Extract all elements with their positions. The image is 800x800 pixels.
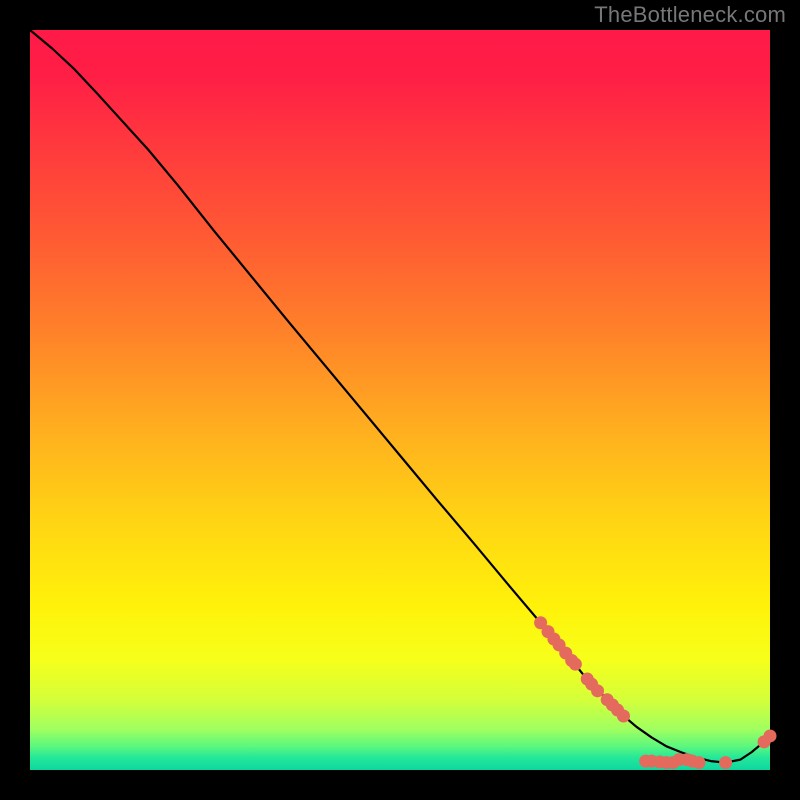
scatter-dot <box>764 729 777 742</box>
scatter-dot <box>569 658 582 671</box>
scatter-dot <box>719 756 732 769</box>
chart-svg <box>0 0 800 800</box>
watermark-text: TheBottleneck.com <box>594 2 786 28</box>
scatter-dot <box>617 709 630 722</box>
scatter-dot <box>692 756 705 769</box>
scatter-dot <box>591 684 604 697</box>
chart-frame: TheBottleneck.com <box>0 0 800 800</box>
